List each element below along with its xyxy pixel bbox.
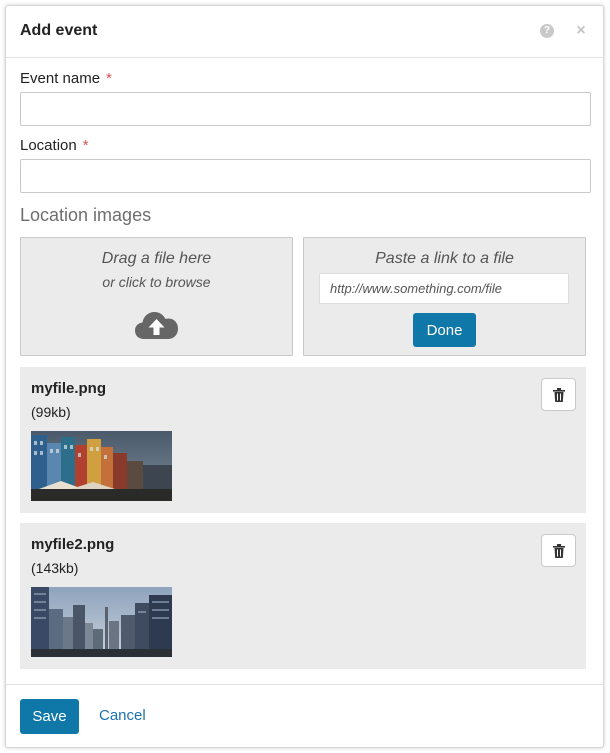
trash-icon xyxy=(553,388,565,402)
location-input[interactable] xyxy=(20,159,591,193)
delete-file-button[interactable] xyxy=(541,378,576,411)
dialog-title: Add event xyxy=(20,22,98,39)
cancel-link[interactable]: Cancel xyxy=(99,707,146,724)
close-icon[interactable]: × xyxy=(574,23,588,39)
file-size: (143kb) xyxy=(31,560,79,576)
file-dropzone[interactable]: Drag a file here or click to browse xyxy=(20,237,293,356)
required-marker: * xyxy=(82,137,89,154)
paste-link-title: Paste a link to a file xyxy=(375,250,514,267)
location-images-heading: Location images xyxy=(20,205,152,225)
location-label-text: Location xyxy=(20,137,77,154)
dropzone-subtitle: or click to browse xyxy=(102,274,211,290)
file-item: myfile2.png (143kb) xyxy=(20,523,586,669)
file-size: (99kb) xyxy=(31,404,71,420)
help-icon[interactable]: ? xyxy=(540,24,554,38)
file-thumbnail-city-skyline xyxy=(31,587,172,657)
file-link-input[interactable] xyxy=(319,273,569,304)
file-name: myfile.png xyxy=(31,380,107,397)
location-label: Location * xyxy=(20,137,89,154)
file-thumbnail-canal-houses xyxy=(31,431,172,501)
save-button[interactable]: Save xyxy=(20,699,79,734)
trash-icon xyxy=(553,544,565,558)
delete-file-button[interactable] xyxy=(541,534,576,567)
event-name-label: Event name * xyxy=(20,70,112,87)
file-name: myfile2.png xyxy=(31,536,115,553)
required-marker: * xyxy=(106,70,112,87)
event-name-input[interactable] xyxy=(20,92,591,126)
add-event-dialog: Add event ? × Event name * Location * Loca… xyxy=(5,5,604,748)
cloud-upload-icon xyxy=(135,312,178,339)
dialog-header: Add event ? × xyxy=(6,6,603,58)
done-button[interactable]: Done xyxy=(413,313,476,347)
paste-link-panel: Paste a link to a file Done xyxy=(303,237,586,356)
dialog-footer: Save Cancel xyxy=(6,684,603,748)
dropzone-title: Drag a file here xyxy=(101,250,212,267)
event-name-label-text: Event name xyxy=(20,70,101,87)
file-item: myfile.png (99kb) xyxy=(20,367,586,513)
